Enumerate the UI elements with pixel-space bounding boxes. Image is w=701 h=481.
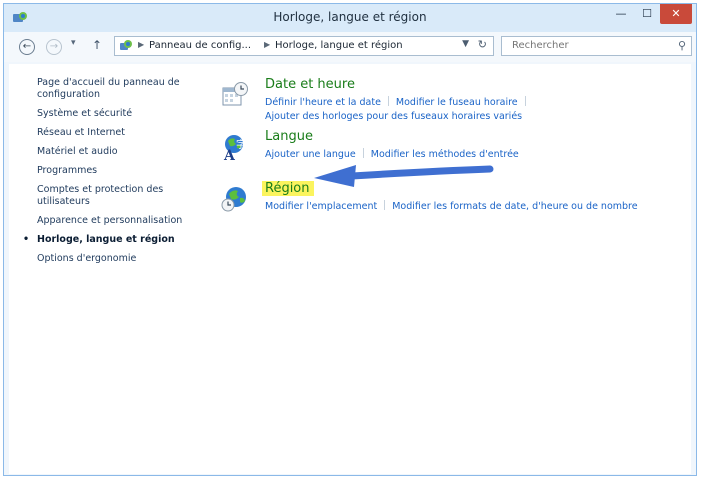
maximize-button[interactable]: ☐ <box>634 4 660 24</box>
category-links-region: Modifier l'emplacement Modifier les forma… <box>265 200 695 214</box>
category-links-date-heure: Définir l'heure et la date Modifier le fu… <box>265 96 695 124</box>
refresh-icon[interactable]: ↻ <box>478 38 487 51</box>
up-button[interactable]: ↑ <box>92 38 102 52</box>
minimize-button[interactable]: — <box>608 4 634 24</box>
sidebar-item-accueil[interactable]: Page d'accueil du panneau de configurati… <box>37 77 207 101</box>
breadcrumb-chevron-icon: ▶ <box>264 40 271 49</box>
svg-text:字: 字 <box>236 138 246 151</box>
category-title-langue[interactable]: Langue <box>265 129 313 144</box>
sidebar-item-materiel[interactable]: Matériel et audio <box>37 146 207 158</box>
link-formats-date[interactable]: Modifier les formats de date, d'heure ou… <box>392 201 637 212</box>
content-pane: Page d'accueil du panneau de configurati… <box>9 64 691 474</box>
sidebar-item-ergonomie[interactable]: Options d'ergonomie <box>37 253 207 265</box>
sidebar-item-apparence[interactable]: Apparence et personnalisation <box>37 215 207 227</box>
link-definir-heure[interactable]: Définir l'heure et la date <box>265 97 381 108</box>
search-input[interactable] <box>510 39 664 52</box>
control-panel-window: Horloge, langue et région — ☐ ✕ ← → ▾ ↑ … <box>3 3 697 476</box>
language-globe-icon: A 字 <box>223 135 246 161</box>
category-title-date-heure[interactable]: Date et heure <box>265 77 355 92</box>
sidebar-item-reseau[interactable]: Réseau et Internet <box>37 127 207 139</box>
link-ajouter-langue[interactable]: Ajouter une langue <box>265 149 356 160</box>
link-separator <box>384 200 386 210</box>
category-title-region[interactable]: Région <box>262 181 314 196</box>
close-button[interactable]: ✕ <box>660 4 692 24</box>
search-icon[interactable]: ⚲ <box>678 39 686 52</box>
annotation-arrow <box>314 165 494 187</box>
category-links-langue: Ajouter une langue Modifier les méthodes … <box>265 148 695 162</box>
title-bar[interactable]: Horloge, langue et région — ☐ ✕ <box>4 4 696 32</box>
breadcrumb-chevron-icon: ▶ <box>138 40 145 49</box>
sidebar-item-comptes[interactable]: Comptes et protection des utilisateurs <box>37 184 207 208</box>
sidebar-item-horloge[interactable]: Horloge, langue et région <box>23 234 207 246</box>
link-separator <box>387 96 389 106</box>
sidebar-item-programmes[interactable]: Programmes <box>37 165 207 177</box>
breadcrumb-panneau[interactable]: Panneau de config... <box>149 40 251 51</box>
svg-text:A: A <box>223 148 236 161</box>
address-dropdown-icon[interactable]: ▼ <box>462 39 469 49</box>
link-separator <box>524 96 526 106</box>
control-panel-icon <box>120 40 132 50</box>
link-modifier-emplacement[interactable]: Modifier l'emplacement <box>265 201 377 212</box>
category-region: Région Modifier l'emplacement Modifier le… <box>221 181 691 233</box>
search-box[interactable]: ⚲ <box>501 36 692 56</box>
category-list: Date et heure Définir l'heure et la date… <box>221 77 691 233</box>
breadcrumb-horloge[interactable]: Horloge, langue et région <box>275 40 403 51</box>
calendar-clock-icon <box>222 82 248 106</box>
link-ajouter-horloges[interactable]: Ajouter des horloges pour des fuseaux ho… <box>265 111 522 122</box>
category-date-heure: Date et heure Définir l'heure et la date… <box>221 77 691 129</box>
address-bar[interactable]: ▶ Panneau de config... ▶ Horloge, langue… <box>114 36 494 56</box>
sidebar: Page d'accueil du panneau de configurati… <box>23 77 207 272</box>
link-methodes-entree[interactable]: Modifier les méthodes d'entrée <box>371 149 519 160</box>
recent-locations-icon[interactable]: ▾ <box>71 38 76 48</box>
window-title: Horloge, langue et région <box>273 10 427 24</box>
back-button[interactable]: ← <box>19 39 35 55</box>
window-frame: Horloge, langue et région — ☐ ✕ ← → ▾ ↑ … <box>0 0 701 481</box>
sidebar-item-securite[interactable]: Système et sécurité <box>37 108 207 120</box>
forward-button[interactable]: → <box>46 39 62 55</box>
navigation-bar: ← → ▾ ↑ ▶ Panneau de config... ▶ Horloge… <box>4 32 696 62</box>
region-globe-icon <box>221 187 246 212</box>
link-fuseau-horaire[interactable]: Modifier le fuseau horaire <box>396 97 518 108</box>
link-separator <box>362 148 364 158</box>
